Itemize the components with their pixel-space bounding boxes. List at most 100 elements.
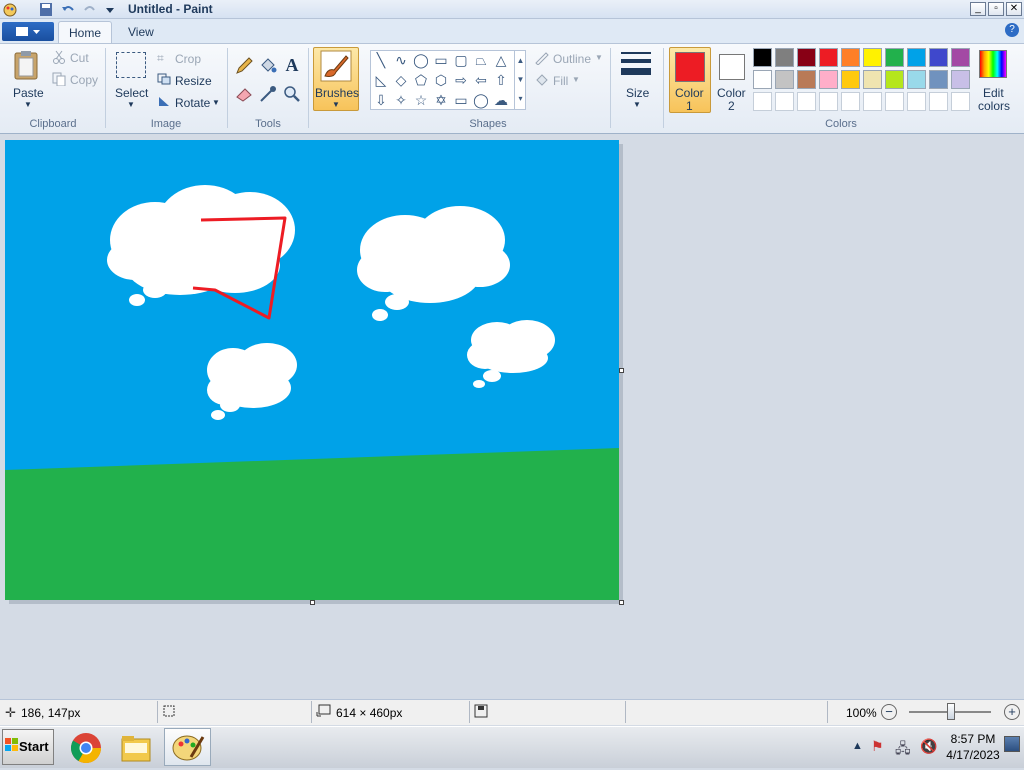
shape-down-arrow-icon[interactable]: ⇩ [373, 92, 389, 108]
shape-oval-callout-icon[interactable]: ◯ [473, 92, 489, 108]
save-icon[interactable] [38, 2, 54, 17]
network-icon[interactable]: 🖧 [895, 738, 911, 762]
shape-five-point-star-icon[interactable]: ☆ [413, 92, 429, 108]
palette-swatch[interactable] [819, 70, 838, 89]
volume-icon[interactable]: 🔇 [920, 738, 937, 755]
fill-bucket-icon[interactable] [258, 56, 278, 76]
minimize-button[interactable]: _ [970, 2, 986, 16]
palette-swatch[interactable] [775, 48, 794, 67]
shape-four-point-star-icon[interactable]: ✧ [393, 92, 409, 108]
palette-swatch[interactable] [885, 48, 904, 67]
shape-polygon-icon[interactable]: ⏢ [473, 52, 489, 68]
shape-right-triangle-icon[interactable]: ◺ [373, 72, 389, 88]
resize-handle-bottom[interactable] [310, 600, 315, 605]
clock-date[interactable]: 4/17/2023 [944, 748, 1002, 762]
color2-swatch[interactable] [719, 54, 745, 80]
text-tool-icon[interactable]: A [282, 55, 302, 75]
palette-swatch[interactable] [951, 70, 970, 89]
copy-button[interactable]: Copy [70, 73, 98, 87]
resize-button[interactable]: Resize [175, 74, 212, 88]
palette-swatch[interactable] [841, 48, 860, 67]
custom-color-slot[interactable] [819, 92, 838, 111]
custom-color-slot[interactable] [885, 92, 904, 111]
shape-hexagon-icon[interactable]: ⬡ [433, 72, 449, 88]
tab-view[interactable]: View [118, 21, 164, 44]
palette-swatch[interactable] [797, 70, 816, 89]
shape-curve-icon[interactable]: ∿ [393, 52, 409, 68]
resize-handle-corner[interactable] [619, 600, 624, 605]
edit-colors-icon[interactable] [979, 50, 1007, 78]
shape-oval-icon[interactable]: ◯ [413, 52, 429, 68]
brushes-dropdown-icon[interactable]: ▼ [332, 100, 340, 109]
shape-right-arrow-icon[interactable]: ⇨ [453, 72, 469, 88]
shape-left-arrow-icon[interactable]: ⇦ [473, 72, 489, 88]
palette-swatch[interactable] [885, 70, 904, 89]
custom-color-slot[interactable] [797, 92, 816, 111]
palette-swatch[interactable] [797, 48, 816, 67]
tab-home[interactable]: Home [58, 21, 113, 44]
palette-swatch[interactable] [907, 70, 926, 89]
paint-app-icon[interactable] [2, 2, 18, 17]
palette-swatch[interactable] [753, 70, 772, 89]
select-dropdown-icon[interactable]: ▼ [127, 100, 135, 109]
rotate-dropdown-icon[interactable]: ▼ [212, 98, 220, 107]
magnifier-icon[interactable] [282, 84, 302, 104]
size-icon[interactable] [619, 50, 653, 80]
shape-up-arrow-icon[interactable]: ⇧ [493, 72, 509, 88]
zoom-in-button[interactable]: + [1004, 704, 1020, 720]
outline-button[interactable]: Outline [553, 52, 591, 66]
paint-taskbar-button[interactable] [164, 728, 211, 766]
crop-button[interactable]: Crop [175, 52, 201, 66]
edit-colors-label-line1[interactable]: Edit [983, 86, 1004, 100]
shapes-scroll[interactable]: ▲ ▼ ▾ [514, 51, 526, 109]
custom-color-slot[interactable] [929, 92, 948, 111]
color-picker-icon[interactable] [258, 84, 278, 104]
resize-handle-right[interactable] [619, 368, 624, 373]
size-dropdown-icon[interactable]: ▼ [633, 100, 641, 109]
shape-rounded-rectangle-icon[interactable]: ▢ [453, 52, 469, 68]
palette-swatch[interactable] [863, 48, 882, 67]
close-button[interactable]: ✕ [1006, 2, 1022, 16]
color2-number[interactable]: 2 [728, 99, 735, 113]
size-label[interactable]: Size [626, 86, 649, 100]
rotate-button[interactable]: Rotate [175, 96, 210, 110]
cut-button[interactable]: Cut [70, 51, 89, 65]
help-icon[interactable]: ? [1005, 23, 1019, 37]
chrome-icon[interactable] [69, 731, 103, 765]
paste-label[interactable]: Paste [13, 86, 44, 100]
shape-cloud-callout-icon[interactable]: ☁ [493, 92, 509, 108]
zoom-out-button[interactable]: − [881, 704, 897, 720]
palette-swatch[interactable] [907, 48, 926, 67]
palette-swatch[interactable] [775, 70, 794, 89]
custom-color-slot[interactable] [951, 92, 970, 111]
clock-time[interactable]: 8:57 PM [948, 732, 998, 746]
custom-color-slot[interactable] [753, 92, 772, 111]
shape-six-point-star-icon[interactable]: ✡ [433, 92, 449, 108]
select-icon[interactable] [116, 52, 146, 78]
paste-dropdown-icon[interactable]: ▼ [24, 100, 32, 109]
show-desktop-button[interactable] [1004, 736, 1020, 752]
custom-color-slot[interactable] [841, 92, 860, 111]
palette-swatch[interactable] [753, 48, 772, 67]
palette-swatch[interactable] [929, 70, 948, 89]
undo-icon[interactable] [60, 2, 76, 17]
palette-swatch[interactable] [841, 70, 860, 89]
paste-icon[interactable] [12, 50, 42, 85]
show-hidden-icons[interactable]: ▲ [852, 740, 863, 752]
pencil-icon[interactable] [234, 56, 254, 76]
customize-qat-icon[interactable] [102, 2, 118, 17]
palette-swatch[interactable] [819, 48, 838, 67]
file-explorer-icon[interactable] [119, 731, 153, 765]
restore-button[interactable]: ▫ [988, 2, 1004, 16]
palette-swatch[interactable] [951, 48, 970, 67]
custom-color-slot[interactable] [907, 92, 926, 111]
custom-color-slot[interactable] [863, 92, 882, 111]
select-button[interactable]: Select [115, 86, 148, 100]
outline-dropdown-icon[interactable]: ▼ [595, 53, 603, 62]
shape-triangle-icon[interactable]: △ [493, 52, 509, 68]
fill-dropdown-icon[interactable]: ▼ [572, 75, 580, 84]
palette-swatch[interactable] [863, 70, 882, 89]
drawing-canvas[interactable] [5, 140, 619, 600]
fill-button[interactable]: Fill [553, 74, 568, 88]
shape-rectangle-icon[interactable]: ▭ [433, 52, 449, 68]
